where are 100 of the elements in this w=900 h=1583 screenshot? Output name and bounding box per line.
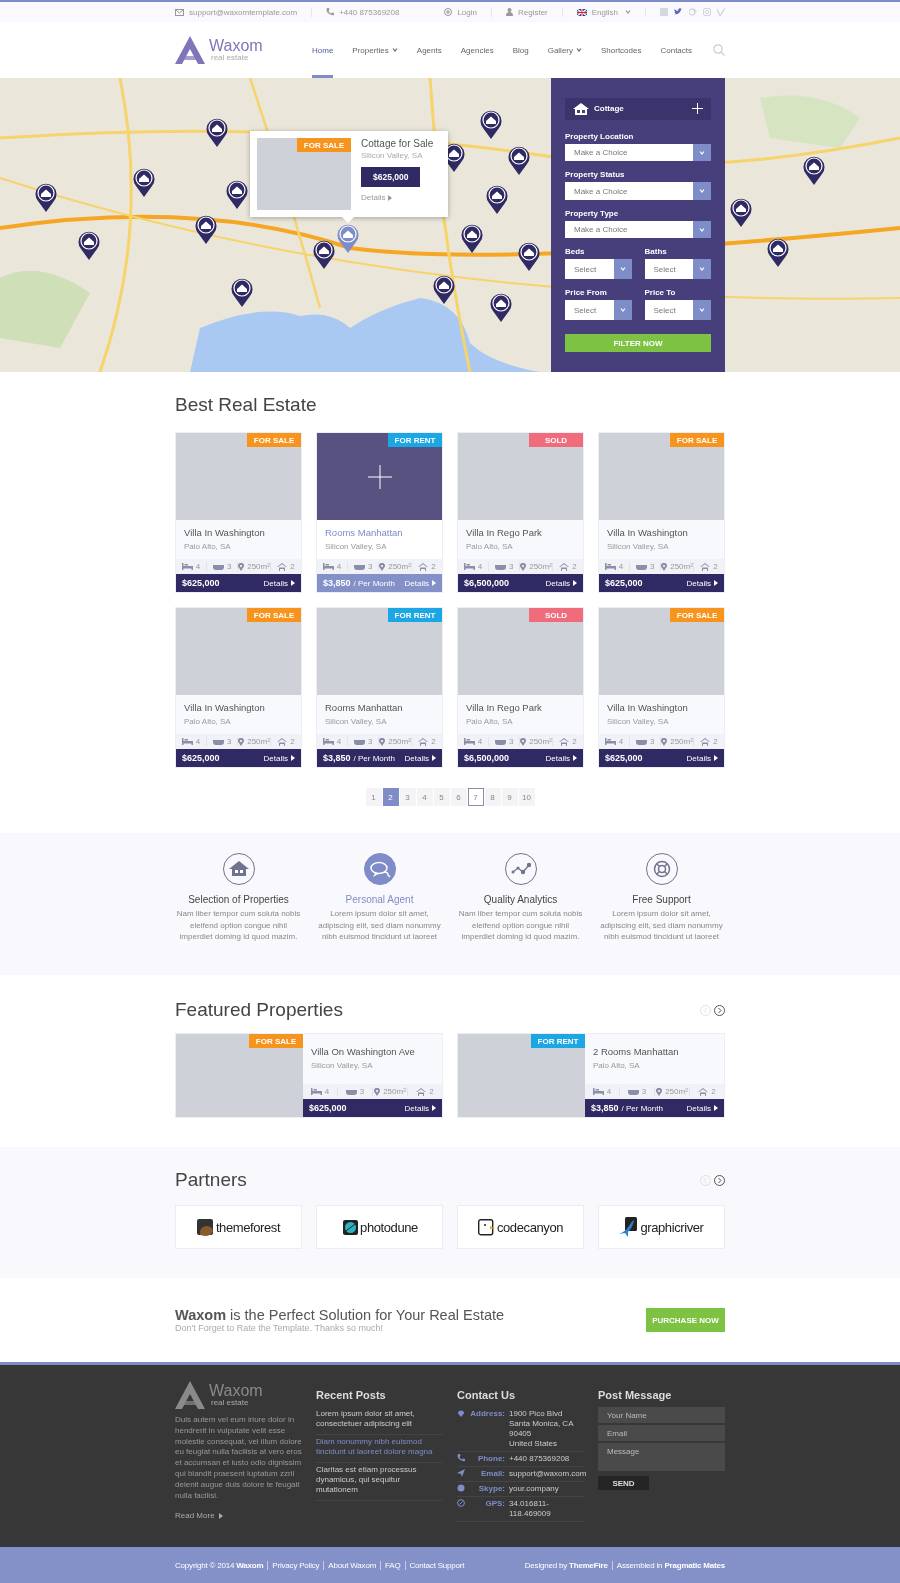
next-icon[interactable] xyxy=(714,1004,725,1016)
map-pin-icon[interactable] xyxy=(35,182,57,212)
caret-icon xyxy=(573,755,577,761)
select-field[interactable]: Select xyxy=(644,259,711,280)
partner-card[interactable]: themeforest xyxy=(175,1205,302,1249)
property-card[interactable]: FOR RENT Rooms Manhattan Silicon Valley, SA 4 3 250m² 2 $3,850 / Per Month Details xyxy=(316,607,443,768)
partner-card[interactable]: photodune xyxy=(316,1205,443,1249)
map-pin-icon[interactable] xyxy=(78,230,100,260)
contact-label: GPS: xyxy=(484,1499,505,1508)
map-pin-icon[interactable] xyxy=(508,145,530,175)
page-link[interactable]: 4 xyxy=(416,788,433,806)
page-link[interactable]: 3 xyxy=(399,788,416,806)
nav-link[interactable]: Shortcodes xyxy=(601,22,642,78)
contact-value: support@waxom.com xyxy=(509,1469,587,1479)
section-title: Best Real Estate xyxy=(175,393,318,417)
select-field[interactable]: Make a Choice xyxy=(565,182,711,200)
feature-description: Lorem ipsum dolor sit amet, adipiscing elit, sed diam nonummy nibh euismod tincidunt ut laoreet xyxy=(599,908,724,943)
select-field[interactable]: Select xyxy=(565,300,632,321)
property-card[interactable]: SOLD Villa In Rego Park Palo Alto, SA 4 3 250m² 2 $6,500,000 Details xyxy=(457,432,584,593)
map-pin-icon[interactable] xyxy=(231,277,253,307)
email-field[interactable]: Email xyxy=(598,1425,725,1441)
select-field[interactable]: Select xyxy=(644,300,711,321)
bed-count: 4 xyxy=(195,737,201,746)
property-card[interactable]: FOR SALE Villa In Washington Silicon Valley, SA 4 3 250m² 2 $625,000 Details xyxy=(598,607,725,768)
post-link[interactable]: Claritas est etiam processus dynamicus, qui sequitur mutationem xyxy=(316,1462,443,1501)
property-card[interactable]: FOR RENT Rooms Manhattan Silicon Valley, SA 4 3 250m² 2 $3,850 / Per Month Details xyxy=(316,432,443,593)
nav-link[interactable]: Properties xyxy=(352,22,398,78)
partner-card[interactable]: codecanyon xyxy=(457,1205,584,1249)
location-pin-icon xyxy=(238,562,245,571)
select-field[interactable]: Make a Choice xyxy=(565,143,711,162)
details-link[interactable]: Details xyxy=(686,1103,718,1113)
map-pin-icon[interactable] xyxy=(518,241,540,271)
next-icon[interactable] xyxy=(714,1174,725,1186)
post-link[interactable]: Lorem ipsum dolor sit amet, consectetuer adipiscing elit xyxy=(316,1407,443,1435)
details-link[interactable]: Details xyxy=(263,578,295,588)
map-pin-icon[interactable] xyxy=(803,155,825,185)
caret-icon xyxy=(432,1105,436,1111)
page-link[interactable]: 6 xyxy=(450,788,467,806)
details-link[interactable]: Details xyxy=(404,753,436,763)
page-link[interactable]: 9 xyxy=(501,788,518,806)
feature-title: Selection of Properties xyxy=(188,894,289,905)
map-pin-icon[interactable] xyxy=(461,223,483,253)
page-link[interactable]: 5 xyxy=(433,788,450,806)
map-pin-icon[interactable] xyxy=(195,214,217,244)
details-link[interactable]: Details xyxy=(545,578,577,588)
garage-icon xyxy=(700,562,711,571)
map-pin-icon[interactable] xyxy=(486,184,508,214)
details-link[interactable]: Details xyxy=(404,1103,436,1113)
property-card[interactable]: FOR SALE Villa In Washington Palo Alto, SA 4 3 250m² 2 $625,000 Details xyxy=(175,432,302,593)
bathtub-icon xyxy=(212,563,224,570)
details-link[interactable]: Details xyxy=(686,578,718,588)
property-card[interactable]: FOR SALE Villa On Washington Ave Silicon Valley, SA 4 3 250m² 2 $625,000 Details xyxy=(175,1033,443,1118)
partner-name: codecanyon xyxy=(496,1219,564,1235)
read-more-link[interactable]: Read More xyxy=(175,1511,302,1521)
bed-count: 4 xyxy=(477,562,483,571)
select-field[interactable]: Select xyxy=(565,259,632,280)
bed-icon xyxy=(310,1088,322,1095)
status-badge: FOR SALE xyxy=(247,433,301,447)
map-pin-icon[interactable] xyxy=(730,197,752,227)
page-link[interactable]: 10 xyxy=(518,788,535,806)
area-value: 250m² xyxy=(247,737,270,746)
details-link[interactable]: Details xyxy=(545,753,577,763)
price: $6,500,000 xyxy=(464,578,510,588)
bath-count: 3 xyxy=(508,737,514,746)
message-field[interactable]: Message xyxy=(598,1443,725,1471)
details-link[interactable]: Details xyxy=(263,753,295,763)
details-link[interactable]: Details xyxy=(686,753,718,763)
logo-icon xyxy=(175,36,205,64)
send-button[interactable]: SEND xyxy=(598,1476,649,1490)
map-pin-icon[interactable] xyxy=(480,109,502,139)
page-link[interactable]: 1 xyxy=(365,788,382,806)
map-pin-icon[interactable] xyxy=(433,274,455,304)
social-icon[interactable] xyxy=(674,8,683,16)
map-pin-icon[interactable] xyxy=(206,117,228,147)
map-pin-icon[interactable] xyxy=(490,292,512,322)
property-card[interactable]: FOR SALE Villa In Washington Palo Alto, SA 4 3 250m² 2 $625,000 Details xyxy=(175,607,302,768)
property-card[interactable]: SOLD Villa In Rego Park Palo Alto, SA 4 3 250m² 2 $6,500,000 Details xyxy=(457,607,584,768)
property-card[interactable]: FOR RENT 2 Rooms Manhattan Palo Alto, SA 4 3 250m² 2 $3,850 / Per Month Details xyxy=(457,1033,725,1118)
nav-link[interactable]: Contacts xyxy=(660,22,693,78)
property-card[interactable]: FOR SALE Villa In Washington Silicon Valley, SA 4 3 250m² 2 $625,000 Details xyxy=(598,432,725,593)
name-field[interactable]: Your Name xyxy=(598,1407,725,1423)
nav-link[interactable]: Gallery xyxy=(547,22,582,78)
page-link[interactable]: 8 xyxy=(484,788,501,806)
page-link[interactable]: 7 xyxy=(467,788,484,806)
property-title: Cottage for Sale xyxy=(361,138,434,149)
map-pin-icon[interactable] xyxy=(133,167,155,197)
map-pin-icon[interactable] xyxy=(767,237,789,267)
partner-card[interactable]: graphicriver xyxy=(598,1205,725,1249)
bathtub-icon xyxy=(494,738,506,745)
page-link[interactable]: 2 xyxy=(382,788,399,806)
select-field[interactable]: Make a Choice xyxy=(565,220,711,239)
nav-link[interactable]: Agencies xyxy=(460,22,494,78)
logo-text: Waxom xyxy=(209,1383,263,1399)
nav-link[interactable]: Blog xyxy=(512,22,529,78)
nav-link[interactable]: Agents xyxy=(416,22,442,78)
post-link[interactable]: Diam nonummy nibh euismod tincidunt ut laoreet dolore magna xyxy=(316,1434,443,1463)
property-location: Silicon Valley, SA xyxy=(607,542,670,551)
map-pin-icon[interactable] xyxy=(226,179,248,209)
map-pin-icon[interactable] xyxy=(313,239,335,269)
property-type-dropdown[interactable]: Cottage xyxy=(565,98,711,120)
